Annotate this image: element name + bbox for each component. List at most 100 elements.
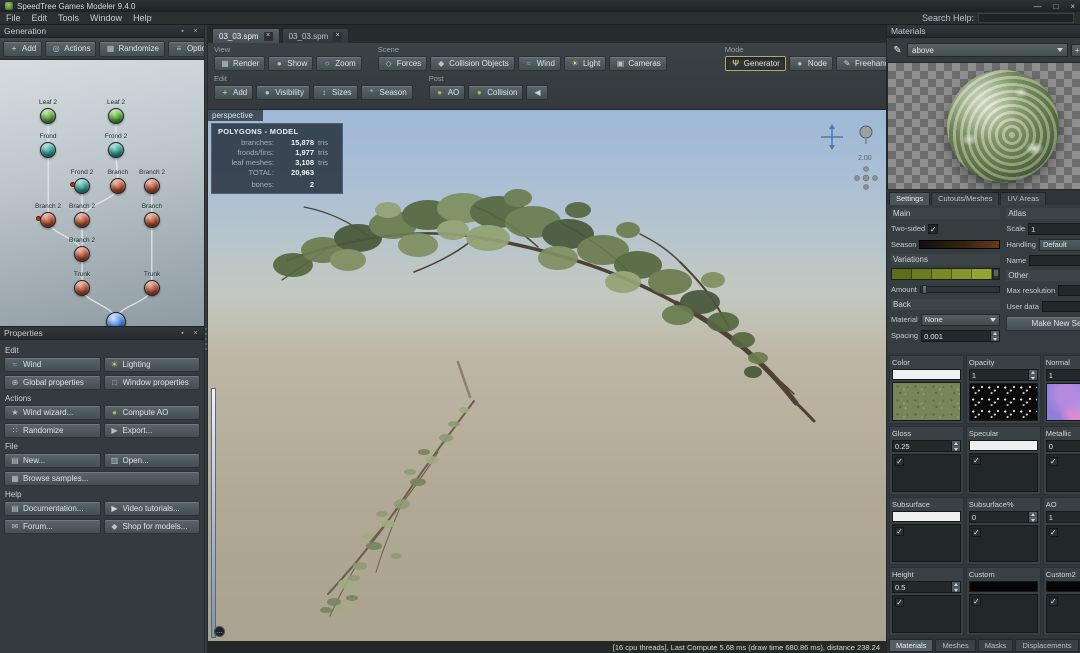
open-button[interactable]: ▥ Open...: [103, 453, 200, 468]
wind-button[interactable]: ≈ Wind: [4, 357, 101, 372]
map-metallic-checkbox[interactable]: [1048, 456, 1058, 466]
generator-node-frond-2[interactable]: [108, 142, 124, 158]
menu-edit[interactable]: Edit: [32, 13, 48, 23]
season-button[interactable]: * Season: [360, 85, 413, 100]
tab-settings[interactable]: Settings: [889, 192, 931, 205]
generator-node-branch-2[interactable]: [74, 246, 90, 262]
handling-dropdown[interactable]: Default: [1038, 238, 1080, 251]
close-tab-icon[interactable]: ×: [333, 31, 343, 41]
map-height-spinner[interactable]: 0.5: [892, 581, 961, 594]
file-tab-0[interactable]: 03_03.spm ×: [212, 28, 280, 43]
map-opacity-spinner[interactable]: 1: [968, 369, 1038, 381]
forum-button[interactable]: ✉ Forum...: [4, 519, 101, 534]
bottom-tab-masks[interactable]: Masks: [977, 639, 1014, 652]
viewport-scale-bar[interactable]: [211, 388, 216, 638]
panel-close-icon[interactable]: [191, 330, 200, 337]
generator-node-branch-2[interactable]: [74, 212, 90, 228]
minimize-icon[interactable]: —: [1033, 2, 1041, 11]
generator-node-frond-2[interactable]: [74, 178, 90, 194]
camera-label[interactable]: perspective: [208, 110, 263, 121]
node-button[interactable]: ● Node: [788, 56, 833, 71]
add-button[interactable]: + Add: [214, 85, 254, 100]
browse-samples-button[interactable]: ▦ Browse samples...: [4, 471, 200, 486]
file-tab-1[interactable]: 03_03.spm ×: [281, 28, 350, 43]
map-gloss-thumbnail[interactable]: [892, 453, 961, 492]
map-color-swatch[interactable]: [892, 369, 961, 380]
generation-graph[interactable]: Leaf 2 Leaf 2 Frond Frond 2 Frond 2 Branch Bra…: [0, 60, 204, 326]
bottom-tab-meshes[interactable]: Meshes: [935, 639, 976, 652]
user-data-input[interactable]: [1041, 301, 1080, 312]
bottom-tab-materials[interactable]: Materials: [889, 639, 934, 652]
panel-close-icon[interactable]: [191, 28, 200, 35]
variation-swatch-3[interactable]: [952, 269, 973, 279]
map-custom2-checkbox[interactable]: [1048, 597, 1058, 607]
two-sided-checkbox[interactable]: [928, 223, 939, 234]
bottom-tab-displacements[interactable]: Displacements: [1015, 639, 1079, 652]
map-opacity-thumbnail[interactable]: [968, 383, 1038, 421]
new-button[interactable]: ▤ New...: [4, 453, 101, 468]
menu-file[interactable]: File: [6, 13, 21, 23]
generator-node-trunk[interactable]: [74, 280, 90, 296]
dock-icon[interactable]: [178, 330, 187, 337]
map-normal-thumbnail[interactable]: [1045, 383, 1080, 421]
generator-node-branch-2[interactable]: [40, 212, 56, 228]
variations-scrollbar[interactable]: [992, 269, 1000, 279]
light-button[interactable]: ☀ Light: [563, 56, 607, 71]
map-normal-spinner[interactable]: 1: [1045, 369, 1080, 381]
map-custom-swatch[interactable]: [968, 581, 1038, 593]
zoom-button[interactable]: ○ Zoom: [316, 56, 362, 71]
global-properties-button[interactable]: ⊕ Global properties: [4, 375, 101, 390]
atlas-name-input[interactable]: [1029, 255, 1080, 266]
menu-help[interactable]: Help: [133, 13, 152, 23]
wind-button[interactable]: ≈ Wind: [517, 56, 561, 71]
map-subsurface-thumbnail[interactable]: [968, 524, 1038, 563]
map-height-checkbox[interactable]: [895, 598, 904, 608]
generator-node-branch-2[interactable]: [144, 178, 160, 194]
search-help-input[interactable]: [978, 13, 1074, 23]
variation-swatch-0[interactable]: [892, 269, 913, 279]
amount-slider[interactable]: [919, 285, 1001, 294]
gen-randomize-button[interactable]: ▦ Randomize: [99, 40, 165, 57]
map-subsurface-checkbox[interactable]: [971, 527, 981, 537]
generator-node-frond[interactable]: [40, 142, 56, 158]
video-tutorials-button[interactable]: ▶ Video tutorials...: [103, 501, 200, 516]
shop-for-models-button[interactable]: ◆ Shop for models...: [103, 519, 200, 534]
generator-node-branch[interactable]: [144, 212, 160, 228]
map-ao-thumbnail[interactable]: [1045, 524, 1080, 563]
spacing-spinner[interactable]: 0.001: [921, 329, 1001, 342]
map-gloss-spinner[interactable]: 0.25: [892, 439, 961, 452]
back-material-dropdown[interactable]: None: [920, 313, 1001, 326]
generator-button[interactable]: Ψ Generator: [724, 56, 786, 71]
material-dropdown[interactable]: above: [907, 43, 1068, 57]
add-material-button[interactable]: +: [1070, 43, 1080, 57]
viewport-gizmos[interactable]: 2.00: [818, 122, 880, 196]
map-ao-checkbox[interactable]: [1048, 527, 1058, 537]
sizes-button[interactable]: ↕ Sizes: [312, 85, 358, 100]
compute-ao-button[interactable]: ● Compute AO: [103, 405, 200, 420]
forces-button[interactable]: ◇ Forces: [377, 56, 428, 71]
collision-objects-button[interactable]: ◆ Collision Objects: [430, 56, 515, 71]
close-tab-icon[interactable]: ×: [263, 31, 273, 41]
map-height-thumbnail[interactable]: [892, 595, 961, 633]
map-subsurface-checkbox[interactable]: [895, 526, 904, 536]
back-button[interactable]: ◀: [526, 85, 549, 100]
map-custom-thumbnail[interactable]: [968, 594, 1038, 633]
map-specular-checkbox[interactable]: [971, 455, 981, 465]
window-properties-button[interactable]: □ Window properties: [103, 375, 200, 390]
generator-node-trunk[interactable]: [144, 280, 160, 296]
map-metallic-thumbnail[interactable]: [1045, 453, 1080, 492]
dock-icon[interactable]: [178, 28, 187, 35]
map-specular-swatch[interactable]: [968, 439, 1038, 451]
map-custom2-swatch[interactable]: [1045, 581, 1080, 593]
viewport-3d[interactable]: perspective POLYGONS - MODEL branches: 15…: [208, 110, 886, 653]
generator-node-branch[interactable]: [110, 178, 126, 194]
map-color-thumbnail[interactable]: [892, 382, 961, 421]
viewport-more-button[interactable]: [214, 626, 225, 637]
wind-wizard-button[interactable]: ★ Wind wizard...: [4, 405, 101, 420]
randomize-button[interactable]: ∷ Randomize: [4, 423, 101, 438]
gen-add-button[interactable]: + Add: [3, 40, 43, 57]
map-gloss-checkbox[interactable]: [895, 456, 904, 466]
gen-actions-button[interactable]: ◎ Actions: [45, 40, 97, 57]
generator-node-leaf-2[interactable]: [108, 108, 124, 124]
variation-swatch-4[interactable]: [972, 269, 993, 279]
